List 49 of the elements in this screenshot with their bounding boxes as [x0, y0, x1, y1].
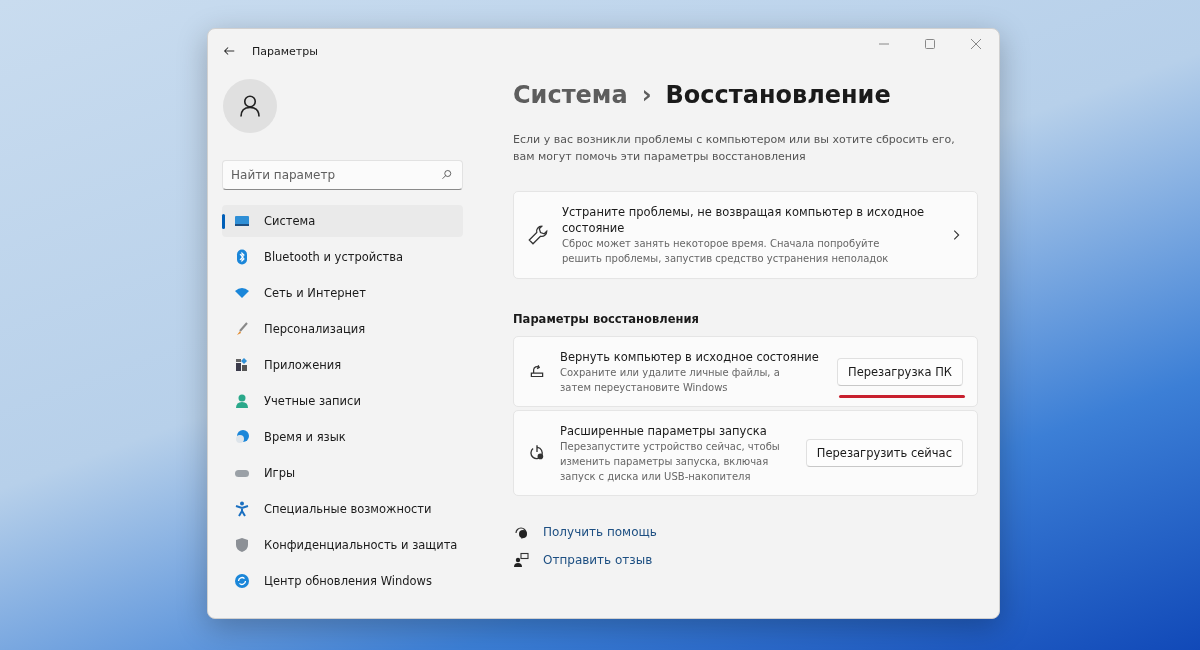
- sidebar-item[interactable]: Приложения: [222, 349, 463, 381]
- breadcrumb-link[interactable]: Система: [513, 81, 628, 109]
- option-description: Перезапустите устройство сейчас, чтобы изменить параметры запуска, включая запуск с диска или USB-накопителя: [560, 439, 781, 484]
- sidebar-item[interactable]: Учетные записи: [222, 385, 463, 417]
- restart-button[interactable]: Перезагрузка ПК: [837, 357, 963, 386]
- sync-icon: [234, 573, 250, 589]
- selection-indicator: [222, 214, 225, 229]
- user-icon: [238, 94, 262, 118]
- search-icon: [441, 169, 453, 181]
- wrench-icon: [528, 225, 548, 245]
- maximize-icon: [925, 39, 935, 49]
- wifi-icon: [234, 285, 250, 301]
- help-chat-icon: [513, 524, 529, 540]
- shield-icon: [234, 537, 250, 553]
- page-title: Восстановление: [665, 81, 891, 109]
- option-title: Расширенные параметры запуска: [560, 422, 768, 439]
- bluetooth-icon: [234, 249, 250, 265]
- help-link[interactable]: Получить помощь: [543, 525, 657, 539]
- option-title: Вернуть компьютер в исходное состояние: [560, 348, 820, 365]
- back-arrow-icon: [222, 44, 236, 58]
- feedback-icon: [513, 552, 529, 568]
- brush-icon: [234, 321, 250, 337]
- sidebar-item[interactable]: Система: [222, 205, 463, 237]
- restart-button[interactable]: Перезагрузить сейчас: [805, 439, 963, 467]
- sidebar-item[interactable]: Специальные возможности: [222, 493, 463, 525]
- sidebar-item[interactable]: Персонализация: [222, 313, 463, 345]
- sidebar-item[interactable]: Bluetooth и устройства: [222, 241, 463, 273]
- sidebar-item[interactable]: Время и язык: [222, 421, 463, 453]
- help-link[interactable]: Отправить отзыв: [543, 553, 653, 567]
- accessibility-icon: [234, 501, 250, 517]
- globe-clock-icon: [234, 429, 250, 445]
- troubleshoot-card[interactable]: Устраните проблемы, не возвращая компьютер в исходное состояние Сброс может занять некоторое время. Сначала попробуйте решить проблемы, запустив средство устранения неполадок: [513, 191, 978, 279]
- sidebar-item[interactable]: Сеть и Интернет: [222, 277, 463, 309]
- option-description: Сохраните или удалите личные файлы, а затем переустановите Windows: [560, 365, 781, 395]
- card-description: Сброс может занять некоторое время. Сначала попробуйте решить проблемы, запустив средство устранения неполадок: [562, 237, 890, 266]
- power-gear-icon: [528, 444, 546, 462]
- section-title: Параметры восстановления: [513, 312, 700, 326]
- sidebar-item[interactable]: Игры: [222, 457, 463, 489]
- apps-icon: [234, 357, 250, 373]
- sidebar-item[interactable]: Конфиденциальность и защита: [222, 529, 463, 561]
- intro-text: Если у вас возникли проблемы с компьютером или вы хотите сбросить его, вам могут помочь эти параметры восстановления: [513, 132, 956, 165]
- person-icon: [234, 393, 250, 409]
- sidebar-item[interactable]: Центр обновления Windows: [222, 565, 463, 597]
- card-title: Устраните проблемы, не возвращая компьютер в исходное состояние: [562, 204, 925, 236]
- breadcrumb-separator: ›: [641, 81, 652, 109]
- close-icon: [971, 39, 981, 49]
- monitor-icon: [234, 213, 250, 229]
- window-title: Параметры: [252, 44, 319, 58]
- search-field[interactable]: Найти параметр: [222, 160, 463, 190]
